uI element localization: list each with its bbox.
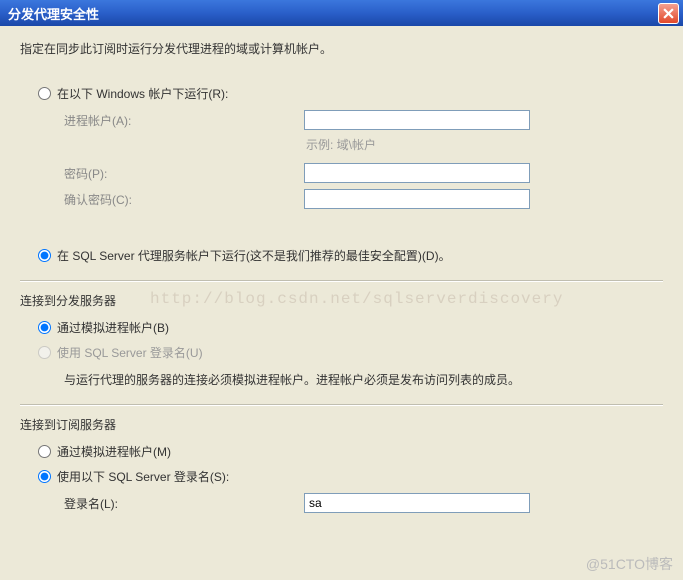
divider-2	[20, 404, 663, 406]
confirm-password-label: 确认密码(C):	[64, 191, 304, 208]
distributor-sqllogin-row: 使用 SQL Server 登录名(U)	[38, 344, 663, 361]
login-row: 登录名(L):	[64, 493, 663, 513]
login-input[interactable]	[304, 493, 530, 513]
confirm-password-row: 确认密码(C):	[64, 189, 663, 209]
titlebar: 分发代理安全性	[0, 0, 683, 26]
run-as-windows-row: 在以下 Windows 帐户下运行(R):	[38, 85, 663, 102]
password-input[interactable]	[304, 163, 530, 183]
subscriber-title: 连接到订阅服务器	[20, 416, 663, 433]
run-as-windows-label[interactable]: 在以下 Windows 帐户下运行(R):	[57, 85, 228, 102]
corner-watermark: @51CTO博客	[586, 554, 673, 574]
process-account-label: 进程帐户(A):	[64, 112, 304, 129]
distributor-impersonate-label[interactable]: 通过模拟进程帐户(B)	[57, 319, 169, 336]
distributor-sqllogin-label: 使用 SQL Server 登录名(U)	[57, 344, 203, 361]
subscriber-impersonate-label[interactable]: 通过模拟进程帐户(M)	[57, 443, 171, 460]
run-as-sqlagent-row: 在 SQL Server 代理服务帐户下运行(这不是我们推荐的最佳安全配置)(D…	[38, 247, 663, 264]
distributor-title: 连接到分发服务器	[20, 292, 663, 309]
distributor-note: 与运行代理的服务器的连接必须模拟进程帐户。进程帐户必须是发布访问列表的成员。	[64, 371, 663, 388]
window-title: 分发代理安全性	[8, 4, 99, 23]
distributor-impersonate-radio[interactable]	[38, 321, 51, 334]
run-as-windows-radio[interactable]	[38, 87, 51, 100]
divider	[20, 280, 663, 282]
subscriber-impersonate-row: 通过模拟进程帐户(M)	[38, 443, 663, 460]
password-row: 密码(P):	[64, 163, 663, 183]
example-text: 示例: 域\帐户	[306, 136, 663, 153]
run-as-sqlagent-radio[interactable]	[38, 249, 51, 262]
distributor-sqllogin-radio	[38, 346, 51, 359]
process-account-row: 进程帐户(A):	[64, 110, 663, 130]
process-account-input[interactable]	[304, 110, 530, 130]
subscriber-impersonate-radio[interactable]	[38, 445, 51, 458]
login-label: 登录名(L):	[64, 495, 304, 512]
subscriber-sqllogin-radio[interactable]	[38, 470, 51, 483]
confirm-password-input[interactable]	[304, 189, 530, 209]
subscriber-sqllogin-row: 使用以下 SQL Server 登录名(S):	[38, 468, 663, 485]
instruction-text: 指定在同步此订阅时运行分发代理进程的域或计算机帐户。	[20, 40, 663, 57]
dialog-content: 指定在同步此订阅时运行分发代理进程的域或计算机帐户。 在以下 Windows 帐…	[0, 26, 683, 533]
password-label: 密码(P):	[64, 165, 304, 182]
close-button[interactable]	[658, 3, 679, 24]
close-icon	[663, 8, 674, 19]
run-as-sqlagent-label[interactable]: 在 SQL Server 代理服务帐户下运行(这不是我们推荐的最佳安全配置)(D…	[57, 247, 451, 264]
subscriber-sqllogin-label[interactable]: 使用以下 SQL Server 登录名(S):	[57, 468, 229, 485]
distributor-impersonate-row: 通过模拟进程帐户(B)	[38, 319, 663, 336]
